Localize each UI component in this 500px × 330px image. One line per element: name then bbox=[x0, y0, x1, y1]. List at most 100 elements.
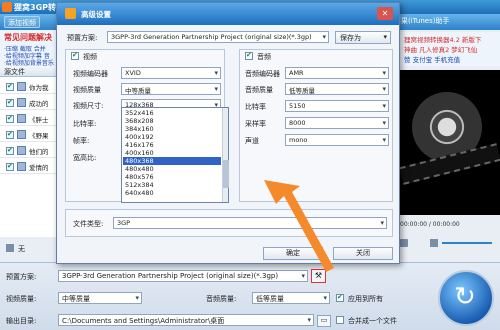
audio-encoder-select[interactable]: AMR bbox=[285, 67, 389, 79]
file-checkbox[interactable] bbox=[6, 114, 14, 123]
dialog-title: 高级设置 bbox=[81, 10, 111, 19]
dropdown-option[interactable]: 400x160 bbox=[123, 149, 221, 157]
browse-folder-button[interactable]: ▭ bbox=[317, 315, 331, 327]
file-checkbox[interactable] bbox=[6, 98, 14, 107]
file-name: 你为我 bbox=[29, 84, 49, 92]
video-quality-select[interactable]: 中等质量 bbox=[58, 292, 142, 304]
audio-samplerate-label: 采样率 bbox=[245, 120, 266, 128]
promo-link[interactable]: 赞 支付宝 手机充值 bbox=[404, 54, 460, 64]
close-icon[interactable]: ✕ bbox=[377, 7, 393, 20]
video-quality-value: 中等质量 bbox=[125, 87, 151, 95]
video-group-title: 视频 bbox=[83, 53, 97, 61]
file-name: 《野果 bbox=[29, 132, 49, 140]
video-quality-value: 中等质量 bbox=[62, 295, 90, 303]
dropdown-option[interactable]: 480x480 bbox=[123, 165, 221, 173]
file-checkbox[interactable] bbox=[6, 130, 14, 139]
audio-channels-value: mono bbox=[289, 136, 308, 144]
dropdown-option[interactable]: 480x576 bbox=[123, 173, 221, 181]
promo-link[interactable]: 神曲 凡人修真2 梦幻飞仙 bbox=[404, 44, 477, 54]
add-video-button[interactable]: 添加视频 bbox=[4, 16, 40, 28]
audio-quality-select[interactable]: 低等质量 bbox=[252, 292, 330, 304]
promo-link[interactable]: 狸窝视频转换器4.2 新版下 bbox=[404, 34, 481, 44]
audio-bitrate-label: 比特率 bbox=[245, 103, 266, 111]
camera-icon[interactable] bbox=[400, 239, 408, 247]
video-size-dropdown[interactable]: 352x416 368x208 384x160 400x192 416x176 … bbox=[121, 107, 229, 203]
dropdown-option[interactable]: 416x176 bbox=[123, 141, 221, 149]
video-quality-label: 视频质量 bbox=[73, 86, 101, 94]
video-file-icon bbox=[17, 130, 26, 139]
preset-value: 3GPP-3rd Generation Partnership Project … bbox=[62, 272, 279, 280]
dropdown-option[interactable]: 400x192 bbox=[123, 133, 221, 141]
apply-all-checkbox[interactable] bbox=[336, 293, 344, 302]
audio-encoder-value: AMR bbox=[289, 69, 304, 77]
convert-arrow-icon: ↻ bbox=[454, 282, 476, 312]
video-encoder-label: 视频编码器 bbox=[73, 70, 108, 78]
speaker-icon[interactable] bbox=[430, 239, 438, 247]
volume-slider[interactable] bbox=[400, 238, 496, 248]
file-name: 《胖士 bbox=[29, 116, 49, 124]
volume-track[interactable] bbox=[442, 242, 492, 244]
video-quality-select[interactable]: 中等质量 bbox=[121, 83, 221, 95]
delete-label: 无 bbox=[18, 245, 25, 253]
audio-encoder-label: 音频编码器 bbox=[245, 70, 280, 78]
file-name: 爱情的 bbox=[29, 164, 49, 172]
dialog-preset-value: 3GPP-3rd Generation Partnership Project … bbox=[111, 33, 312, 41]
audio-quality-select[interactable]: 低等质量 bbox=[285, 83, 389, 95]
video-file-icon bbox=[17, 82, 26, 91]
dropdown-option[interactable]: 368x208 bbox=[123, 117, 221, 125]
video-file-icon bbox=[17, 114, 26, 123]
filetype-select[interactable]: 3GP bbox=[113, 217, 387, 229]
video-enable-checkbox[interactable] bbox=[71, 51, 79, 60]
audio-samplerate-select[interactable]: 8000 bbox=[285, 117, 389, 129]
save-as-label: 保存为 bbox=[340, 34, 361, 42]
arrow-shape bbox=[264, 180, 334, 272]
file-checkbox[interactable] bbox=[6, 162, 14, 171]
audio-samplerate-value: 8000 bbox=[289, 119, 306, 127]
dropdown-option[interactable]: 352x416 bbox=[123, 109, 221, 117]
faq-title: 常见问题解决 bbox=[4, 33, 52, 42]
convert-button[interactable]: ↻ bbox=[438, 270, 494, 326]
promo-links-panel: 狸窝视频转换器4.2 新版下 神曲 凡人修真2 梦幻飞仙 赞 支付宝 手机充值 bbox=[396, 32, 500, 66]
audio-channels-select[interactable]: mono bbox=[285, 134, 389, 146]
audio-bitrate-value: 5150 bbox=[289, 102, 306, 110]
dropdown-scrollbar[interactable] bbox=[222, 108, 229, 202]
dialog-preset-label: 预置方案: bbox=[67, 34, 98, 42]
audio-quality-value: 低等质量 bbox=[289, 87, 315, 95]
dialog-preset-select[interactable]: 3GPP-3rd Generation Partnership Project … bbox=[107, 31, 329, 43]
audio-enable-checkbox[interactable] bbox=[245, 51, 253, 60]
tutorial-arrow-icon bbox=[264, 180, 334, 272]
save-as-button[interactable]: 保存为 bbox=[335, 31, 391, 44]
audio-quality-label: 音频质量: bbox=[206, 295, 237, 303]
video-quality-label: 视频质量: bbox=[6, 295, 37, 303]
apply-all-label: 应用到所有 bbox=[348, 295, 383, 303]
delete-icon[interactable] bbox=[6, 244, 14, 252]
preset-label: 预置方案: bbox=[6, 273, 37, 281]
video-bitrate-label: 比特率: bbox=[73, 120, 97, 128]
playback-time: 00:00:00 / 00:00:00 bbox=[400, 221, 460, 228]
video-encoder-value: XVID bbox=[125, 69, 141, 77]
output-dir-input[interactable]: C:\Documents and Settings\Administrator\… bbox=[58, 314, 314, 326]
app-logo-icon bbox=[2, 2, 12, 12]
video-file-icon bbox=[17, 162, 26, 171]
file-checkbox[interactable] bbox=[6, 146, 14, 155]
dropdown-option[interactable]: 512x384 bbox=[123, 181, 221, 189]
video-encoder-select[interactable]: XVID bbox=[121, 67, 221, 79]
video-framerate-label: 帧率: bbox=[73, 137, 90, 145]
dropdown-option[interactable]: 384x160 bbox=[123, 125, 221, 133]
merge-checkbox[interactable] bbox=[336, 316, 344, 324]
audio-bitrate-select[interactable]: 5150 bbox=[285, 100, 389, 112]
filetype-label: 文件类型: bbox=[73, 220, 104, 228]
file-name: 他们的 bbox=[29, 148, 49, 156]
video-aspect-label: 宽高比: bbox=[73, 154, 97, 162]
dropdown-scroll-thumb[interactable] bbox=[223, 160, 229, 188]
settings-icon bbox=[65, 8, 76, 19]
audio-quality-value: 低等质量 bbox=[256, 295, 284, 303]
dropdown-option-selected[interactable]: 480x368 bbox=[123, 157, 221, 165]
output-dir-label: 输出目录: bbox=[6, 317, 37, 325]
audio-group-title: 音频 bbox=[257, 53, 271, 61]
output-dir-value: C:\Documents and Settings\Administrator\… bbox=[62, 317, 225, 325]
file-name: 成功的 bbox=[29, 100, 49, 108]
file-checkbox[interactable] bbox=[6, 82, 14, 91]
close-button[interactable]: 关闭 bbox=[333, 247, 393, 260]
dropdown-option[interactable]: 640x480 bbox=[123, 189, 221, 197]
